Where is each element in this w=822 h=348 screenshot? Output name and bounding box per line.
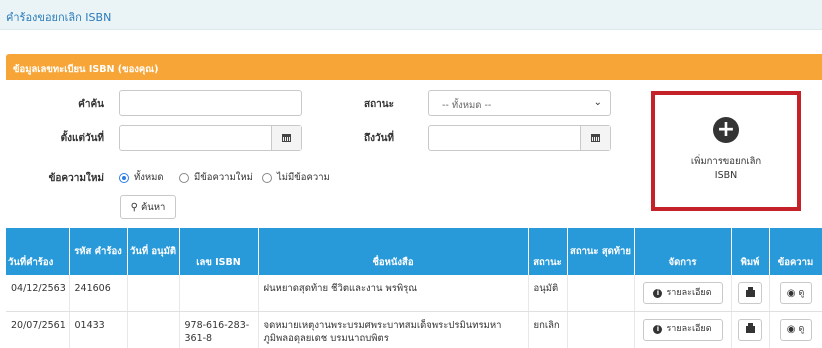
radio-dot[interactable] xyxy=(262,172,272,183)
column-header: ข้อความ xyxy=(769,228,822,275)
view-button[interactable]: ◉ ดู xyxy=(779,318,812,341)
column-header[interactable]: วันที่ อนุมัติ xyxy=(127,228,180,275)
panel-header: ข้อมูลเลขทะเบียน ISBN (ของคุณ) xyxy=(6,54,822,80)
date-to-label: ถึงวันที่ xyxy=(364,133,394,144)
detail-button[interactable]: i รายละเอียด xyxy=(642,318,723,341)
cell-last-status xyxy=(567,275,635,312)
column-header[interactable]: วันที่คำร้อง xyxy=(6,228,70,275)
radio-all[interactable]: ทั้งหมด xyxy=(119,170,164,185)
cell-date: 04/12/2563 xyxy=(6,275,70,312)
status-label: สถานะ xyxy=(364,99,394,110)
eye-icon: ◉ xyxy=(786,287,796,299)
page-header: คำร้องขอยกเลิก ISBN xyxy=(0,0,822,30)
status-selected: -- ทั้งหมด -- xyxy=(442,100,492,111)
column-header[interactable]: สถานะ สุดท้าย xyxy=(567,228,635,275)
cell-book: จดหมายเหตุงานพระบรมศพระบาทสมเด็จพระปรมิน… xyxy=(258,311,529,348)
detail-button[interactable]: i รายละเอียด xyxy=(642,282,723,304)
plus-circle-icon: + xyxy=(713,117,739,143)
printer-icon xyxy=(745,286,755,297)
cell-code: 241606 xyxy=(69,275,128,312)
cell-approved xyxy=(127,311,180,348)
print-button[interactable] xyxy=(738,318,762,341)
new-message-label: ข้อความใหม่ xyxy=(48,173,104,184)
chevron-down-icon: ⌄ xyxy=(593,97,602,108)
table-header-row: วันที่คำร้อง รหัส คำร้อง วันที่ อนุมัติ … xyxy=(6,228,822,275)
info-icon: i xyxy=(653,288,663,298)
eye-icon: ◉ xyxy=(786,324,796,335)
info-icon: i xyxy=(653,325,663,334)
column-header[interactable]: เลข ISBN xyxy=(179,228,259,275)
search-icon: ⚲ xyxy=(130,201,138,213)
column-header: พิมพ์ xyxy=(731,228,770,275)
calendar-icon[interactable] xyxy=(271,126,301,150)
add-request-button[interactable]: + เพิ่มการขอยกเลิก ISBN xyxy=(651,91,801,211)
print-button[interactable] xyxy=(738,282,762,304)
table-row: 20/07/2561 01433 978-616-283-361-8 จดหมา… xyxy=(6,311,822,348)
cell-isbn: 978-616-283-361-8 xyxy=(179,311,259,348)
date-from-input[interactable] xyxy=(119,125,302,151)
cell-actions: i รายละเอียด xyxy=(634,311,732,348)
cell-print xyxy=(731,275,770,312)
table-row: 04/12/2563 241606 ฝนหยาดสุดท้าย ชีวิตและ… xyxy=(6,275,822,312)
column-header[interactable]: ชื่อหนังสือ xyxy=(258,228,529,275)
status-select[interactable]: -- ทั้งหมด -- ⌄ xyxy=(428,90,611,116)
cell-actions: i รายละเอียด xyxy=(634,275,732,312)
isbn-table: วันที่คำร้อง รหัส คำร้อง วันที่ อนุมัติ … xyxy=(6,228,822,348)
calendar-icon[interactable] xyxy=(580,126,610,150)
cell-status: อนุมัติ xyxy=(528,275,568,312)
radio-dot[interactable] xyxy=(119,172,129,183)
cell-code: 01433 xyxy=(69,311,128,348)
page-title: คำร้องขอยกเลิก ISBN xyxy=(6,11,112,24)
cell-print xyxy=(731,311,770,348)
radio-has-new[interactable]: มีข้อความใหม่ xyxy=(179,170,253,185)
search-button[interactable]: ⚲ ค้นหา xyxy=(120,195,176,219)
date-from-label: ตั้งแต่วันที่ xyxy=(60,133,104,144)
keyword-label: คำค้น xyxy=(78,99,104,110)
cell-last-status xyxy=(567,311,635,348)
cell-isbn xyxy=(179,275,259,312)
date-to-input[interactable] xyxy=(428,125,611,151)
keyword-input[interactable] xyxy=(119,90,302,116)
cell-book: ฝนหยาดสุดท้าย ชีวิตและงาน พรพิรุณ xyxy=(258,275,529,312)
radio-no-message[interactable]: ไม่มีข้อความ xyxy=(262,170,330,185)
cell-date: 20/07/2561 xyxy=(6,311,70,348)
column-header: จัดการ xyxy=(634,228,732,275)
column-header[interactable]: สถานะ xyxy=(528,228,568,275)
add-request-label: เพิ่มการขอยกเลิก ISBN xyxy=(690,156,762,181)
view-button[interactable]: ◉ ดู xyxy=(779,282,812,304)
radio-dot[interactable] xyxy=(179,172,189,183)
printer-icon xyxy=(745,323,755,333)
column-header[interactable]: รหัส คำร้อง xyxy=(69,228,128,275)
cell-message: ◉ ดู xyxy=(769,311,822,348)
cell-status: ยกเลิก xyxy=(528,311,568,348)
cell-message: ◉ ดู xyxy=(769,275,822,312)
cell-approved xyxy=(127,275,180,312)
panel-title: ข้อมูลเลขทะเบียน ISBN (ของคุณ) xyxy=(13,64,159,75)
